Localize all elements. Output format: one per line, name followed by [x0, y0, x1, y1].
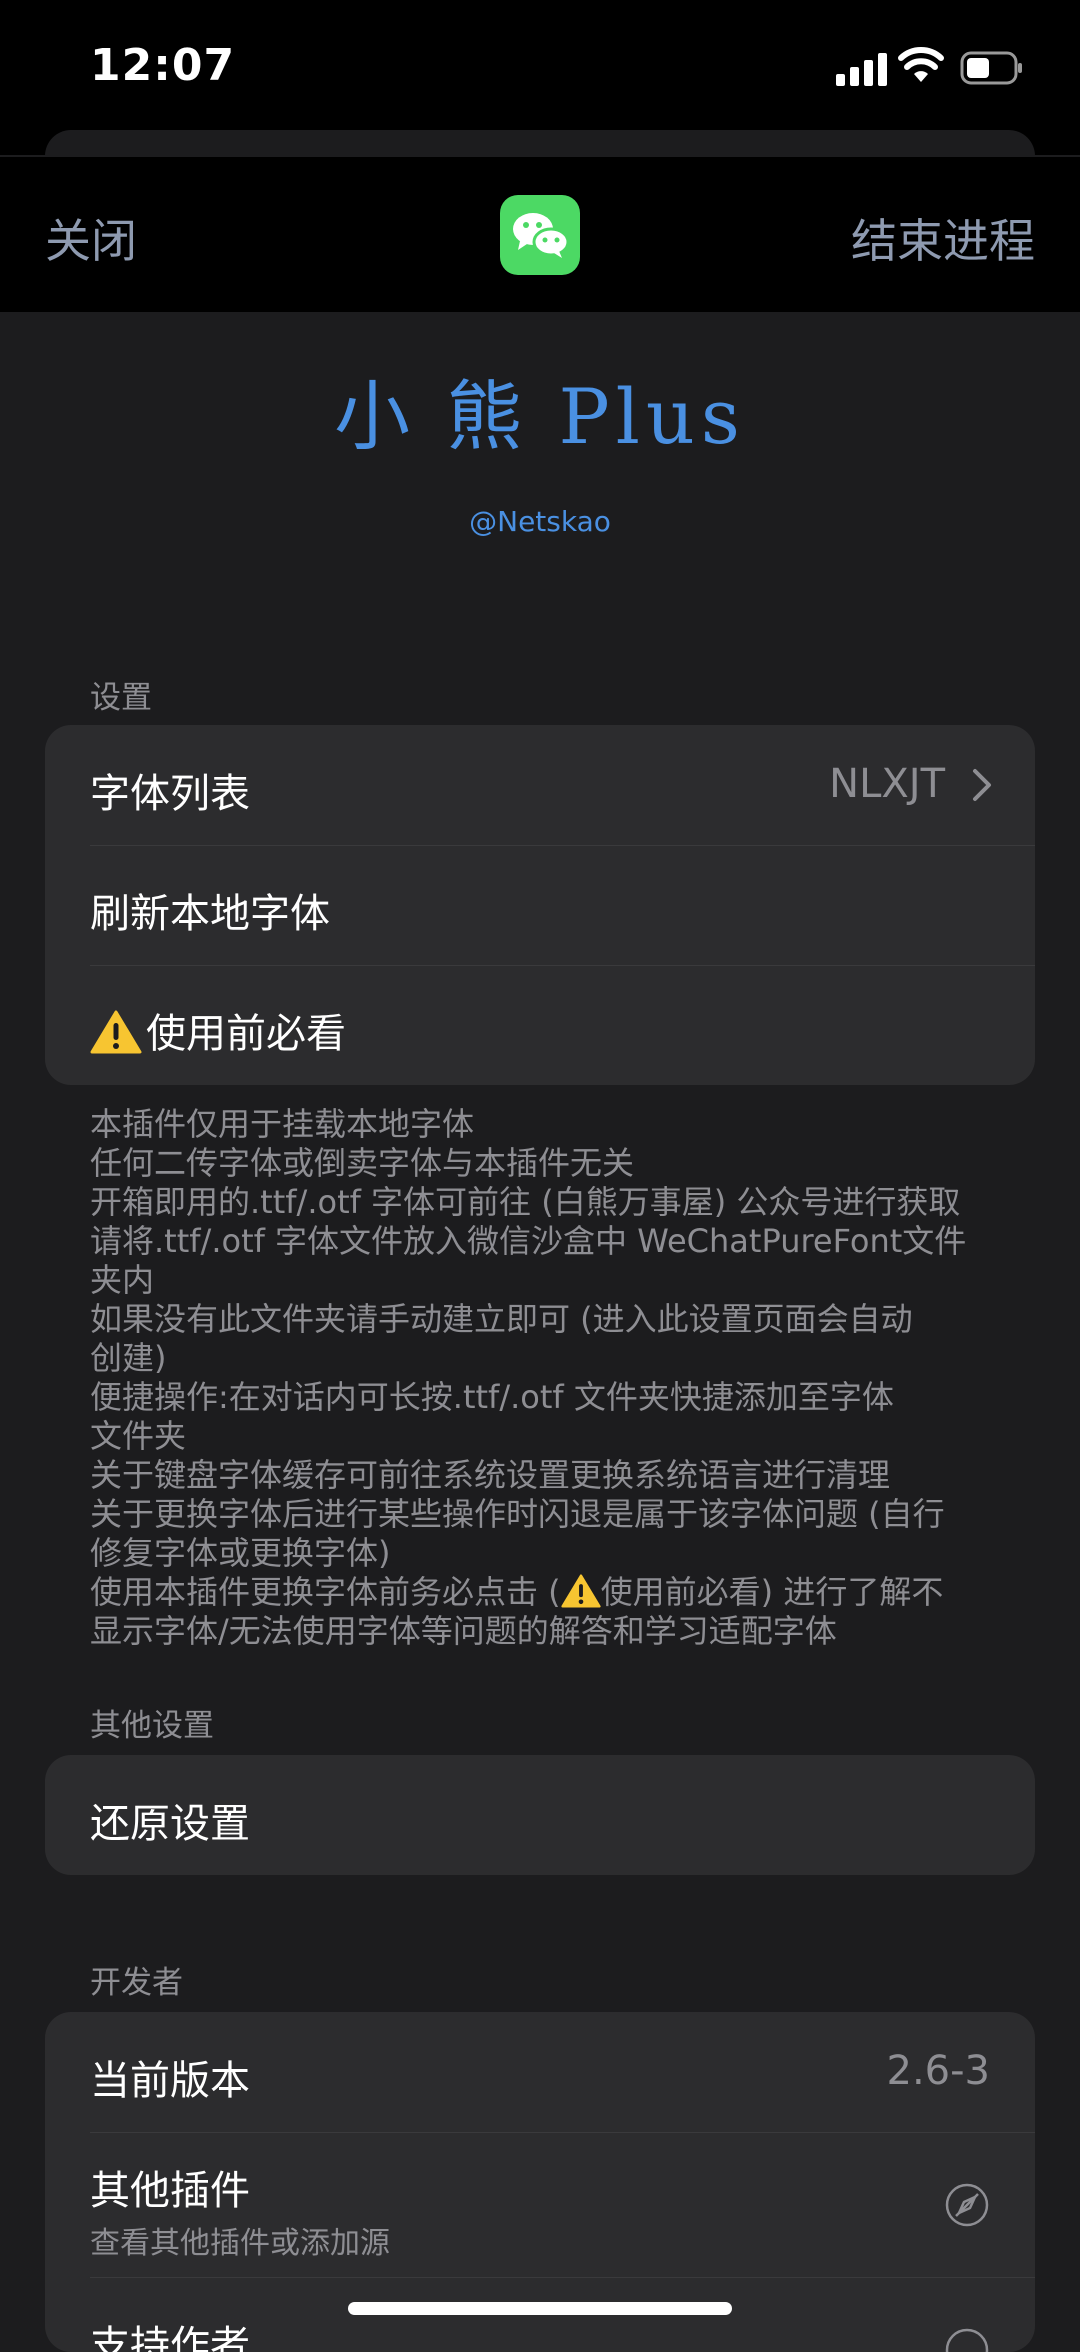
other-settings-header: 其他设置	[90, 1708, 214, 1744]
must-read-label: 使用前必看	[146, 1011, 346, 1057]
warning-icon	[561, 1574, 601, 1608]
warning-icon	[90, 1010, 142, 1054]
footer-line: 便捷操作:在对话内可长按.ttf/.otf 文件夹快捷添加至字体	[90, 1378, 894, 1416]
footer-line: 显示字体/无法使用字体等问题的解答和学习适配字体	[90, 1612, 837, 1650]
settings-footer-notes: 本插件仅用于挂载本地字体 任何二传字体或倒卖字体与本插件无关 开箱即用的.ttf…	[90, 1105, 1010, 1651]
footer-line: 本插件仅用于挂载本地字体	[90, 1105, 475, 1143]
settings-group: 字体列表 NLXJT 刷新本地字体 使用前必看	[45, 725, 1035, 1085]
banner-title: 小 熊 Plus	[334, 372, 746, 461]
footer-line: 如果没有此文件夹请手动建立即可 (进入此设置页面会自动	[90, 1300, 913, 1338]
reset-settings-row[interactable]: 还原设置	[45, 1755, 1035, 1875]
must-read-row[interactable]: 使用前必看	[45, 965, 1035, 1085]
footer-line: 任何二传字体或倒卖字体与本插件无关	[90, 1144, 635, 1182]
end-process-button[interactable]: 结束进程	[851, 205, 1035, 271]
other-plugins-row[interactable]: 其他插件 查看其他插件或添加源	[45, 2132, 1035, 2277]
current-version-value: 2.6-3	[886, 2048, 991, 2094]
footer-line: 修复字体或更换字体)	[90, 1534, 391, 1572]
other-plugins-subtitle: 查看其他插件或添加源	[90, 2226, 390, 2261]
developer-group: 当前版本 2.6-3 其他插件 查看其他插件或添加源 支持作者	[45, 2012, 1035, 2352]
font-list-value: NLXJT	[829, 761, 945, 807]
home-indicator	[348, 2302, 732, 2315]
status-time: 12:07	[90, 40, 236, 91]
close-button[interactable]: 关闭	[45, 205, 137, 271]
current-version-label: 当前版本	[90, 2058, 250, 2104]
footer-warn-before: 使用本插件更换字体前务必点击 (	[90, 1573, 561, 1611]
footer-line: 文件夹	[90, 1417, 187, 1455]
footer-warn-line: 使用本插件更换字体前务必点击 ( 使用前必看) 进行了解不	[90, 1573, 1010, 1612]
navigation-bar: 关闭 结束进程	[0, 157, 1080, 312]
settings-header: 设置	[90, 680, 152, 716]
refresh-local-fonts-label: 刷新本地字体	[90, 891, 330, 937]
reset-settings-label: 还原设置	[90, 1801, 250, 1847]
cellular-signal-icon	[836, 53, 887, 86]
developer-header: 开发者	[90, 1965, 183, 2001]
compass-icon	[945, 2183, 989, 2227]
footer-line: 夹内	[90, 1261, 155, 1299]
link-icon	[945, 2328, 989, 2352]
wifi-icon	[898, 47, 944, 82]
font-list-row[interactable]: 字体列表 NLXJT	[45, 725, 1035, 845]
font-list-label: 字体列表	[90, 771, 250, 817]
wechat-icon	[500, 195, 580, 275]
must-read-label-wrap: 使用前必看	[90, 1001, 346, 1059]
other-plugins-label: 其他插件	[90, 2168, 250, 2214]
banner-subtitle: @Netskao	[469, 505, 611, 538]
support-author-label: 支持作者	[90, 2323, 250, 2352]
chevron-right-icon	[973, 769, 991, 801]
footer-line: 请将.ttf/.otf 字体文件放入微信沙盒中 WeChatPureFont文件	[90, 1222, 967, 1260]
other-settings-group: 还原设置	[45, 1755, 1035, 1875]
battery-icon	[960, 51, 1022, 85]
current-version-row: 当前版本 2.6-3	[45, 2012, 1035, 2132]
footer-line: 创建)	[90, 1339, 167, 1377]
footer-line: 开箱即用的.ttf/.otf 字体可前往 (白熊万事屋) 公众号进行获取	[90, 1183, 961, 1221]
refresh-local-fonts-row[interactable]: 刷新本地字体	[45, 845, 1035, 965]
footer-line: 关于更换字体后进行某些操作时闪退是属于该字体问题 (自行	[90, 1495, 945, 1533]
footer-line: 关于键盘字体缓存可前往系统设置更换系统语言进行清理	[90, 1456, 891, 1494]
footer-warn-after: 使用前必看) 进行了解不	[600, 1573, 944, 1611]
